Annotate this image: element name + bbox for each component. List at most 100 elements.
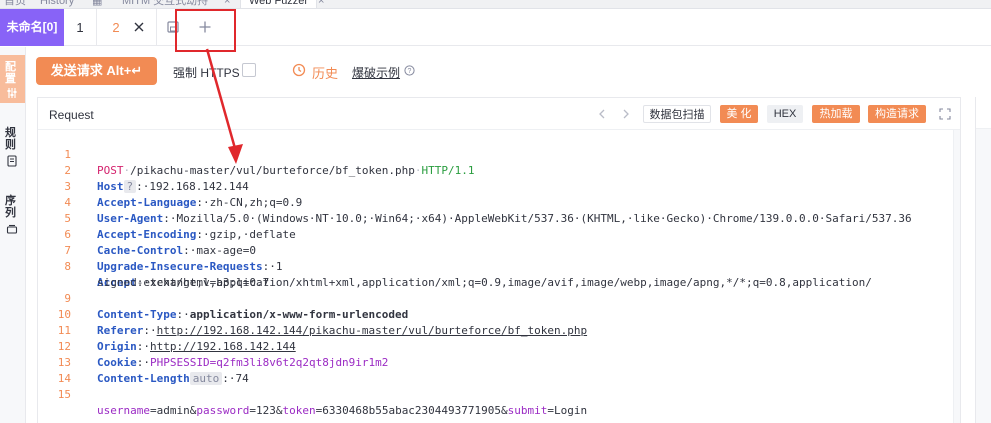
sidebar-item-rules[interactable]: 规则 [0, 121, 25, 173]
param-equals: = [249, 404, 256, 417]
clock-icon[interactable] [292, 63, 306, 77]
origin-link[interactable]: http://192.168.142.144 [150, 340, 296, 353]
header-name: Upgrade-Insecure-Requests [97, 260, 263, 273]
response-panel-edge [975, 97, 991, 423]
fuzzer-tab-1[interactable]: 1 [64, 9, 96, 46]
header-value: gzip,·deflate [209, 228, 296, 241]
main-tab-mitm[interactable]: MITM 交互式劫持 [122, 0, 208, 8]
header-value-continuation: signed-exchange;v=b3;q=0.7 [97, 276, 270, 289]
history-button[interactable]: 历史 [312, 63, 338, 82]
tab-group-unnamed[interactable]: 未命名[0] [0, 9, 64, 46]
param-value: 123 [255, 404, 276, 417]
code-line: 6 Cache-Control:·max-age=0 [38, 211, 256, 257]
header-name: Accept-Language [97, 196, 197, 209]
header-name: Origin [97, 340, 137, 353]
layers-icon [6, 224, 18, 234]
send-request-button[interactable]: 发送请求 Alt+↵ [36, 57, 157, 85]
http-protocol: HTTP/1.1 [421, 164, 475, 177]
param-value: 6330468b55abac2304493771905 [322, 404, 502, 417]
fuzzer-toolbar: 发送请求 Alt+↵ 强制 HTTPS 历史 爆破示例 ? [26, 47, 991, 97]
svg-text:?: ? [408, 68, 412, 75]
header-value: 74 [235, 372, 249, 385]
sliders-icon [7, 88, 17, 98]
fuzzer-tab-2[interactable]: 2 [100, 9, 132, 46]
code-line: 1 POST·/pikachu-master/vul/burteforce/bf… [38, 131, 474, 177]
editor-scrollbar[interactable] [953, 130, 960, 423]
document-icon [7, 155, 17, 167]
cookie-key: PHPSESSID [150, 356, 210, 369]
grid-icon: ▦ [92, 0, 103, 7]
close-icon[interactable]: × [318, 0, 324, 8]
sidebar-item-config[interactable]: 配置 [0, 55, 25, 103]
main-tab-home[interactable]: 首页 [4, 0, 26, 8]
tab-divider [156, 9, 157, 46]
chevron-right-icon[interactable] [620, 108, 632, 120]
referer-link[interactable]: http://192.168.142.144/pikachu-master/vu… [157, 324, 587, 337]
header-name: Content-Length [97, 372, 190, 385]
hot-load-button[interactable]: 热加载 [812, 105, 860, 123]
param-value: admin [156, 404, 190, 417]
main-tab-web-fuzzer[interactable]: Web Fuzzer [240, 0, 318, 8]
code-line: 11 Origin:·http://192.168.142.144 [38, 307, 296, 353]
left-vertical-sidebar: 配置 规则 序列 [0, 47, 26, 423]
param-value: Login [554, 404, 588, 417]
header-value: 192.168.142.144 [149, 180, 249, 193]
code-line: 3 Accept-Language:·zh-CN,zh;q=0.9 [38, 163, 302, 209]
header-value: 1 [275, 260, 283, 273]
request-panel-header: Request 数据包扫描 美 化 HEX 热加载 构造请求 [38, 98, 960, 130]
sidebar-item-label: 配置 [5, 61, 16, 85]
build-request-button[interactable]: 构造请求 [868, 105, 926, 123]
param-key: username [97, 404, 150, 417]
line-number: 15 [57, 388, 71, 401]
beautify-button[interactable]: 美 化 [720, 105, 758, 123]
cookie-value: =q2fm3li8v6t2q2qt8jdn9ir1m2 [209, 356, 389, 369]
http-method: POST [97, 164, 124, 177]
close-icon[interactable]: × [224, 0, 230, 8]
chevron-left-icon[interactable] [596, 108, 608, 120]
code-line: 12 Cookie:·PHPSESSID=q2fm3li8v6t2q2qt8jd… [38, 323, 389, 369]
request-editor[interactable]: 1 POST·/pikachu-master/vul/burteforce/bf… [38, 130, 960, 423]
help-icon[interactable]: ? [404, 65, 415, 76]
request-path: /pikachu-master/vul/burteforce/bf_token.… [130, 164, 415, 177]
force-https-label: 强制 HTTPS [173, 66, 240, 80]
header-name: Accept-Encoding [97, 228, 197, 241]
auto-chip[interactable]: auto [189, 372, 223, 385]
header-name: Cookie [97, 356, 137, 369]
brute-force-example-link[interactable]: 爆破示例 [352, 64, 400, 81]
sidebar-item-sequence[interactable]: 序列 [0, 189, 25, 241]
main-tab-history[interactable]: History [40, 0, 74, 8]
main-tab-strip: 首页 History ▦ MITM 交互式劫持 × Web Fuzzer × [0, 0, 991, 9]
param-amp: & [501, 404, 508, 417]
request-panel-title: Request [49, 108, 94, 122]
code-line: 14 [38, 355, 78, 385]
code-line: 13 Content-Length auto:·74 [38, 339, 249, 385]
header-name: Referer [97, 324, 144, 337]
header-hint-chip[interactable]: ? [123, 180, 137, 193]
header-value: zh-CN,zh;q=0.9 [209, 196, 303, 209]
param-key: password [196, 404, 250, 417]
header-value: application/x-www-form-urlencoded [189, 308, 409, 321]
packet-scan-button[interactable]: 数据包扫描 [643, 105, 711, 123]
param-equals: = [149, 404, 157, 417]
force-https-checkbox[interactable] [242, 63, 256, 77]
tab-divider [96, 9, 97, 46]
request-panel: Request 数据包扫描 美 化 HEX 热加载 构造请求 1 POST·/p… [37, 97, 961, 423]
code-line: 9 Content-Type:·application/x-www-form-u… [38, 275, 408, 321]
code-line: 2 Host?:·192.168.142.144 [38, 147, 249, 193]
header-value: max-age=0 [196, 244, 256, 257]
fuzzer-tab-row: 未命名[0] 1 2 [0, 9, 991, 46]
sidebar-item-label: 序列 [5, 195, 16, 219]
close-icon[interactable] [132, 20, 146, 34]
add-tab-icon[interactable] [198, 20, 212, 34]
header-name: User-Agent [97, 212, 164, 225]
param-key: token [282, 404, 316, 417]
code-line: 4 User-Agent:·Mozilla/5.0·(Windows·NT·10… [38, 179, 911, 225]
hex-button[interactable]: HEX [767, 105, 803, 123]
code-line: 5 Accept-Encoding:·gzip,·deflate [38, 195, 295, 241]
save-icon[interactable] [166, 20, 180, 34]
expand-icon[interactable] [939, 108, 951, 120]
header-name: Cache-Control [97, 244, 184, 257]
param-key: submit [507, 404, 548, 417]
code-line: 10 Referer:·http://192.168.142.144/pikac… [38, 291, 587, 337]
code-line: 8 Accept:·text/html,application/xhtml+xm… [38, 243, 871, 289]
